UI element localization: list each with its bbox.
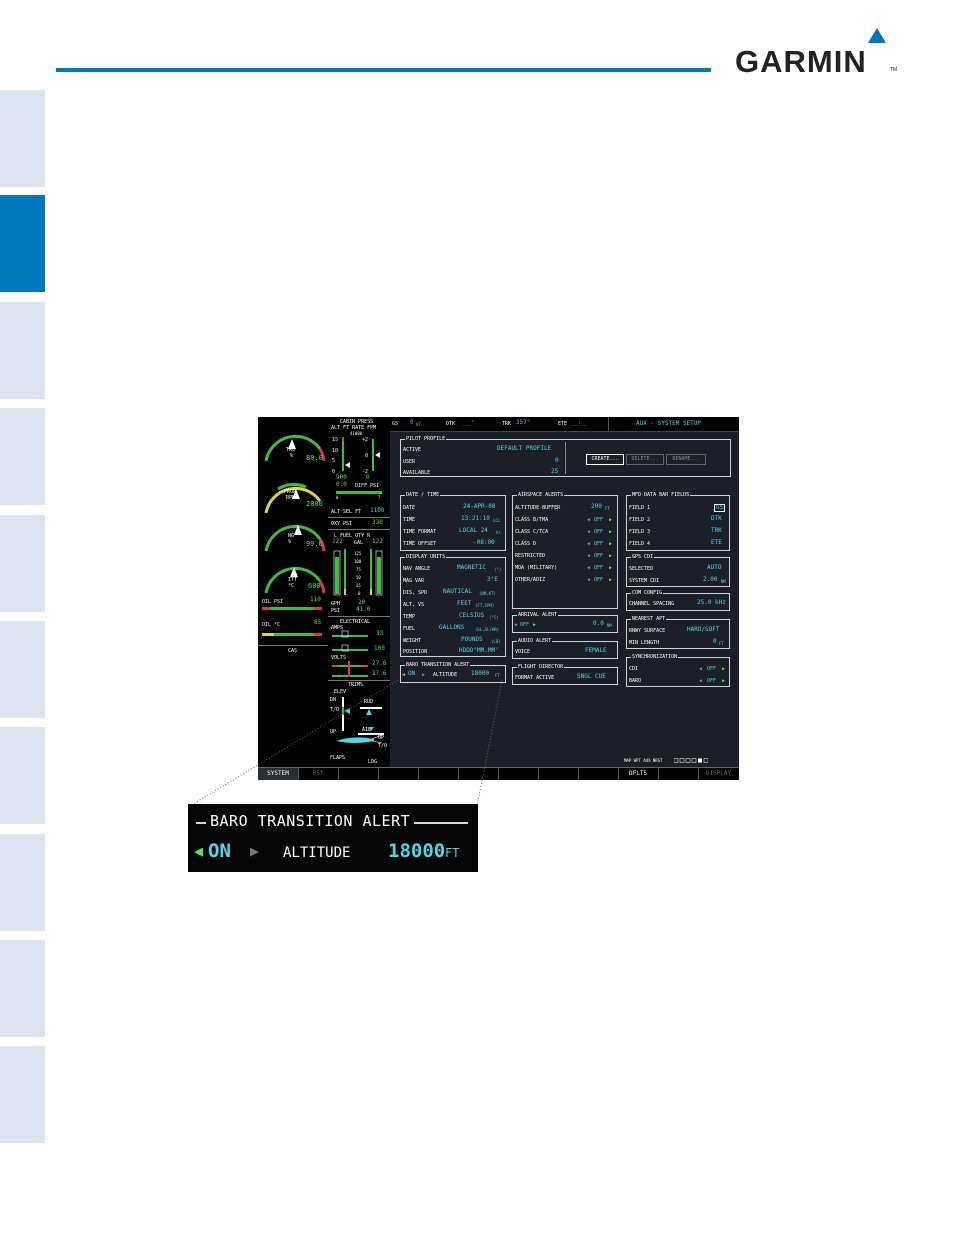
callout-right-arrow-icon[interactable]: ▶ [250,842,259,860]
baro-transition-alert-callout: BARO TRANSITION ALERT ◀ ON ▶ ALTITUDE 18… [188,804,478,872]
callout-title: BARO TRANSITION ALERT [206,812,415,830]
callout-altitude-label: ALTITUDE [283,845,351,861]
callout-state-value[interactable]: ON [208,840,231,862]
callout-altitude-value[interactable]: 18000 [388,840,445,862]
callout-leader-lines [189,679,503,807]
callout-left-arrow-icon[interactable]: ◀ [194,842,203,860]
callout-altitude-unit: FT [445,846,460,860]
